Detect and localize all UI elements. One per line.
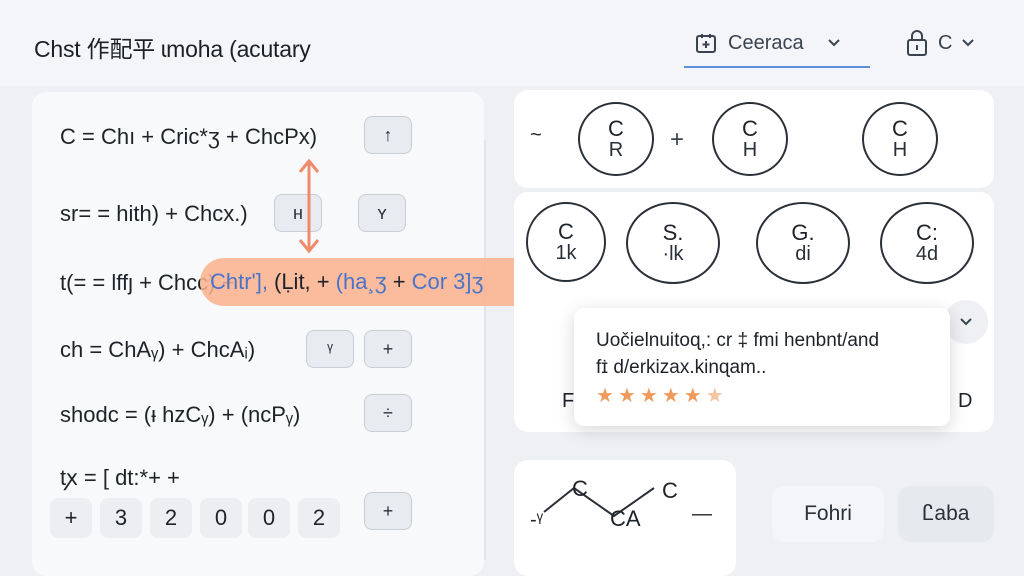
calendar-tab[interactable]: Ceeraca bbox=[684, 20, 870, 68]
tooltip-line: fɪ̇ d/erkizax.kinɋam.. bbox=[596, 356, 767, 378]
tooltip-line: Uočielnuitoɋ,: cr ‡ fmi henbnt/and bbox=[596, 330, 880, 351]
structure-circle[interactable]: C 1k bbox=[526, 202, 606, 282]
grid-label: F bbox=[562, 390, 575, 412]
expand-button[interactable] bbox=[944, 300, 988, 344]
digit-key[interactable]: 3 bbox=[100, 498, 142, 538]
equation-row[interactable]: sr= = hith) + Chcx.) bbox=[60, 201, 248, 227]
term: Chtr'], bbox=[210, 269, 268, 294]
structure-circle[interactable]: C H bbox=[862, 102, 938, 176]
chevron-down-icon bbox=[960, 318, 972, 326]
molecule-diagram: -ᵞ C CA C — bbox=[530, 476, 712, 531]
digit-key[interactable]: 0 bbox=[200, 498, 242, 538]
star-icon[interactable]: ★ bbox=[596, 383, 614, 408]
wave-mark: ~ bbox=[530, 124, 542, 146]
star-icon[interactable]: ★ bbox=[618, 383, 636, 408]
calendar-tab-label: Ceeraca bbox=[728, 31, 804, 54]
equation-row[interactable]: shodc = (ᵻ hzCᵧ) + (ncPᵧ) bbox=[60, 402, 300, 428]
svg-text:C: C bbox=[662, 478, 678, 503]
svg-text:—: — bbox=[692, 503, 712, 525]
svg-text:CA: CA bbox=[610, 506, 641, 531]
structure-circle[interactable]: C H bbox=[712, 102, 788, 176]
term: (Ḷit, + bbox=[274, 269, 330, 294]
panel-divider bbox=[484, 140, 486, 560]
calendar-icon bbox=[696, 34, 716, 53]
plus-sign: + bbox=[670, 126, 685, 153]
chevron-down-icon bbox=[962, 39, 975, 47]
variable-button[interactable]: ᵞ bbox=[306, 330, 354, 368]
chevron-down-icon bbox=[827, 39, 840, 47]
form-button[interactable]: Fohri bbox=[772, 486, 884, 542]
move-up-button[interactable]: ↑ bbox=[364, 116, 412, 154]
lock-menu[interactable]: C bbox=[904, 24, 994, 62]
structure-circle[interactable]: G. di bbox=[756, 202, 850, 284]
digit-key[interactable]: 2 bbox=[150, 498, 192, 538]
svg-text:C: C bbox=[572, 476, 588, 501]
equation-row[interactable]: C = Chı + Cric*ʒ + ChcPx) bbox=[60, 124, 317, 150]
lock-menu-label: C bbox=[938, 31, 953, 54]
drag-arrow-icon[interactable] bbox=[296, 156, 322, 256]
divide-button[interactable]: ÷ bbox=[364, 394, 412, 432]
star-icon[interactable]: ★ bbox=[640, 383, 658, 408]
rating-tooltip: Uočielnuitoɋ,: cr ‡ fmi henbnt/and fɪ̇ d… bbox=[574, 308, 950, 426]
star-rating[interactable]: ★ ★ ★ ★ ★ ★ bbox=[596, 383, 950, 408]
digit-key[interactable]: + bbox=[50, 498, 92, 538]
label-button[interactable]: Ꮭaba bbox=[898, 486, 994, 542]
star-icon[interactable]: ★ bbox=[662, 383, 680, 408]
digit-key[interactable]: 2 bbox=[298, 498, 340, 538]
format-button[interactable]: ʏ bbox=[358, 194, 406, 232]
equation-row[interactable]: ch = ChAᵧ) + ChcAᵢ) bbox=[60, 337, 255, 363]
lock-icon bbox=[907, 30, 927, 56]
add-button[interactable]: + bbox=[364, 330, 412, 368]
svg-text:-ᵞ: -ᵞ bbox=[530, 509, 544, 531]
term: (ha¸ʒ bbox=[335, 269, 387, 294]
page-title: Chst 作配平 ɩmoha (acutary bbox=[34, 36, 311, 62]
structure-circle[interactable]: C R bbox=[578, 102, 654, 176]
add-button[interactable]: + bbox=[364, 492, 412, 530]
term: Cor 3]ʒ bbox=[411, 269, 484, 294]
term: + bbox=[392, 269, 406, 294]
equation-row[interactable]: tꭗ = [ dt:*+ + bbox=[60, 462, 180, 492]
grid-label: D bbox=[958, 390, 973, 412]
structure-circle[interactable]: C: 4d bbox=[880, 202, 974, 284]
structure-circle[interactable]: S. ·lk bbox=[626, 202, 720, 284]
digit-key[interactable]: 0 bbox=[248, 498, 290, 538]
star-icon[interactable]: ★ bbox=[706, 383, 724, 408]
star-icon[interactable]: ★ bbox=[684, 383, 702, 408]
